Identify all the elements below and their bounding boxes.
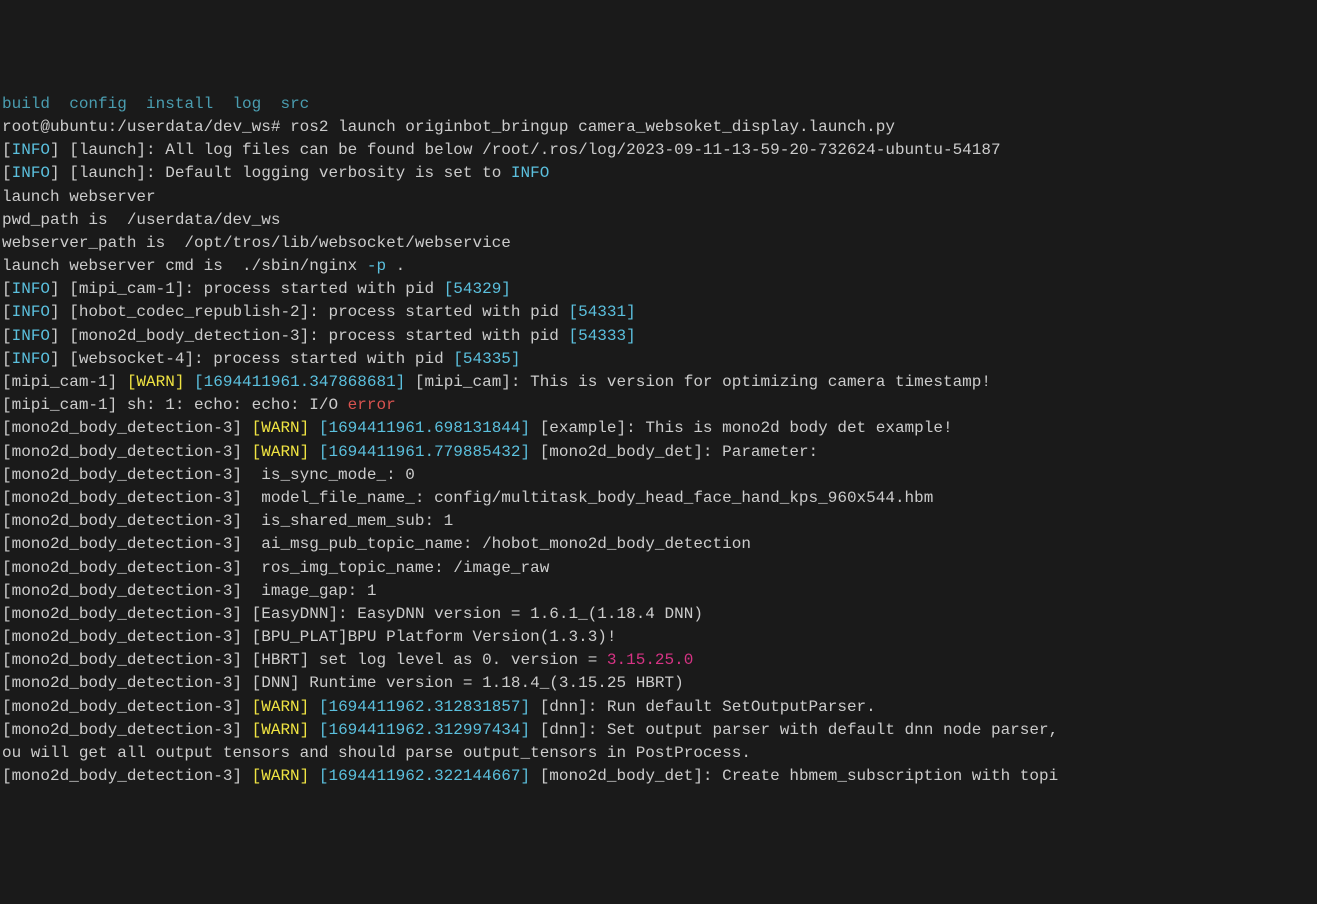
log-line: [mono2d_body_detection-3] is_sync_mode_:… xyxy=(2,464,1315,487)
log-line: [mono2d_body_detection-3] [EasyDNN]: Eas… xyxy=(2,603,1315,626)
log-line: [INFO] [websocket-4]: process started wi… xyxy=(2,348,1315,371)
log-line: launch webserver cmd is ./sbin/nginx -p … xyxy=(2,255,1315,278)
log-line: launch webserver xyxy=(2,186,1315,209)
log-line: [mono2d_body_detection-3] [HBRT] set log… xyxy=(2,649,1315,672)
log-line: [INFO] [hobot_codec_republish-2]: proces… xyxy=(2,301,1315,324)
log-line: [mono2d_body_detection-3] [WARN] [169441… xyxy=(2,765,1315,788)
log-line: [mono2d_body_detection-3] [WARN] [169441… xyxy=(2,696,1315,719)
log-line: pwd_path is /userdata/dev_ws xyxy=(2,209,1315,232)
log-line: [mono2d_body_detection-3] is_shared_mem_… xyxy=(2,510,1315,533)
log-line: [mono2d_body_detection-3] [WARN] [169441… xyxy=(2,719,1315,742)
log-line: [INFO] [launch]: Default logging verbosi… xyxy=(2,162,1315,185)
prompt-line: root@ubuntu:/userdata/dev_ws# ros2 launc… xyxy=(2,116,1315,139)
log-line: [mono2d_body_detection-3] ai_msg_pub_top… xyxy=(2,533,1315,556)
log-line: [mono2d_body_detection-3] image_gap: 1 xyxy=(2,580,1315,603)
terminal-output[interactable]: build config install log srcroot@ubuntu:… xyxy=(2,93,1315,789)
log-line: [mono2d_body_detection-3] [BPU_PLAT]BPU … xyxy=(2,626,1315,649)
log-line: [mono2d_body_detection-3] ros_img_topic_… xyxy=(2,557,1315,580)
log-line: [mipi_cam-1] sh: 1: echo: echo: I/O erro… xyxy=(2,394,1315,417)
log-line: [INFO] [mono2d_body_detection-3]: proces… xyxy=(2,325,1315,348)
log-line: [mono2d_body_detection-3] [WARN] [169441… xyxy=(2,417,1315,440)
log-line: [INFO] [mipi_cam-1]: process started wit… xyxy=(2,278,1315,301)
log-line: webserver_path is /opt/tros/lib/websocke… xyxy=(2,232,1315,255)
header-line: build config install log src xyxy=(2,93,1315,116)
log-line: [mipi_cam-1] [WARN] [1694411961.34786868… xyxy=(2,371,1315,394)
log-line: ou will get all output tensors and shoul… xyxy=(2,742,1315,765)
log-line: [INFO] [launch]: All log files can be fo… xyxy=(2,139,1315,162)
log-line: [mono2d_body_detection-3] [WARN] [169441… xyxy=(2,441,1315,464)
log-line: [mono2d_body_detection-3] model_file_nam… xyxy=(2,487,1315,510)
log-line: [mono2d_body_detection-3] [DNN] Runtime … xyxy=(2,672,1315,695)
